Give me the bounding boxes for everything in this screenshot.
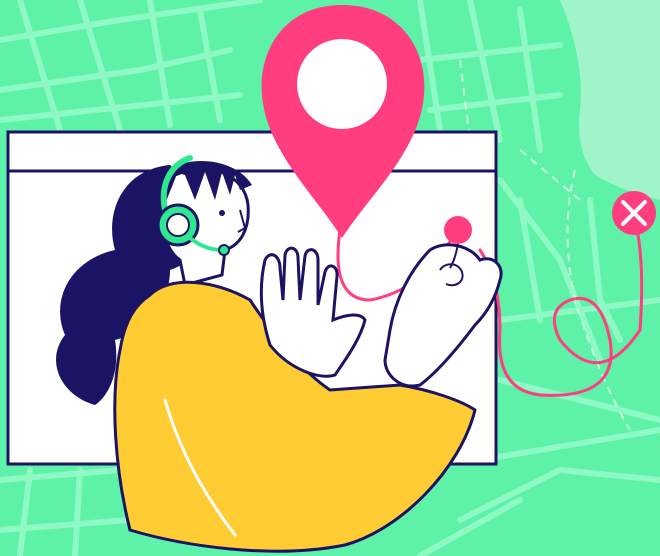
route-start-dot [444, 216, 472, 244]
eye [219, 210, 225, 216]
close-x-icon [612, 191, 656, 235]
support-illustration [0, 0, 660, 556]
